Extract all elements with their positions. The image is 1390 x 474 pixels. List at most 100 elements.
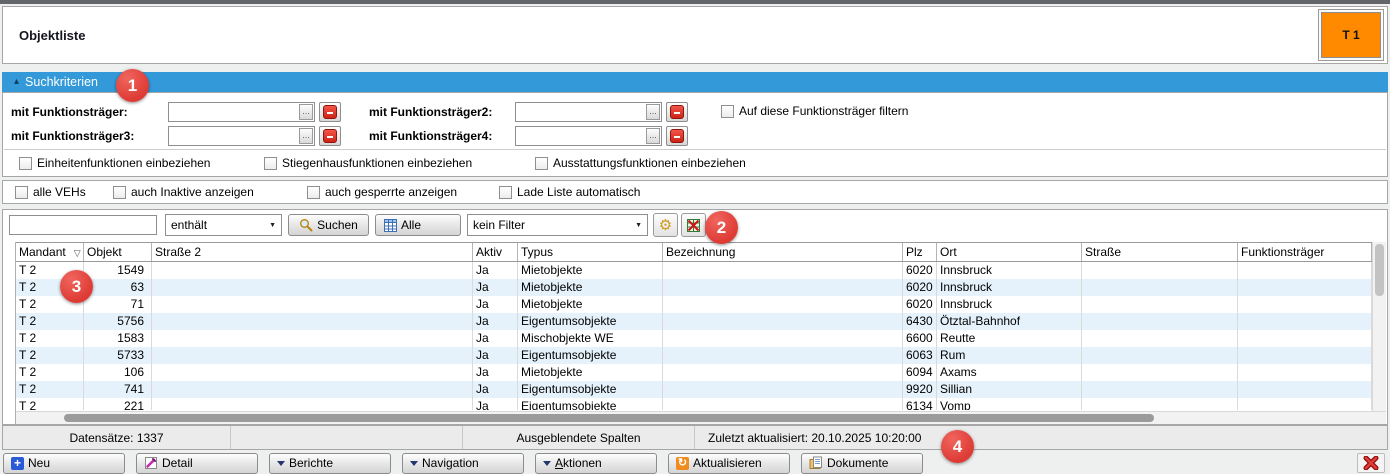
lade-liste-checkbox[interactable]: [499, 186, 512, 199]
table-cell: Ja: [473, 330, 518, 347]
table-cell: Ja: [473, 313, 518, 330]
column-header-objekt[interactable]: Objekt: [84, 243, 152, 261]
funktionstraeger4-clear-button[interactable]: [666, 126, 688, 146]
column-header-funktionstr-ger[interactable]: Funktionsträger: [1238, 243, 1372, 261]
funktionstraeger1-clear-button[interactable]: [319, 102, 341, 122]
table-cell: T 2: [16, 364, 84, 381]
suchen-button[interactable]: Suchen: [288, 214, 369, 236]
funktionstraeger3-input[interactable]: [170, 128, 298, 144]
detail-button[interactable]: Detail: [136, 453, 258, 474]
chevron-down-icon: ▼: [269, 222, 276, 229]
clear-filter-button[interactable]: [681, 213, 706, 237]
lade-liste-option: Lade Liste automatisch: [499, 185, 640, 199]
table-cell: Ja: [473, 296, 518, 313]
column-header-stra-e-2[interactable]: Straße 2: [152, 243, 473, 261]
annotation-badge-2: 2: [705, 211, 738, 244]
vertical-scrollbar-thumb[interactable]: [1375, 244, 1384, 296]
table-row[interactable]: T 21549JaMietobjekte6020Innsbruck: [16, 262, 1372, 279]
column-header-stra-e[interactable]: Straße: [1082, 243, 1238, 261]
funktionstraeger1-input[interactable]: [170, 104, 298, 120]
list-panel: enthält ▼ Suchen Alle kein Filter ▼: [2, 209, 1388, 425]
funktionstraeger3-lookup-button[interactable]: …: [299, 128, 313, 144]
alle-vehs-checkbox[interactable]: [15, 186, 28, 199]
table-row[interactable]: T 2106JaMietobjekte6094Axams: [16, 364, 1372, 381]
collapse-triangle-icon: ▴: [14, 77, 19, 87]
tenant-button[interactable]: T 1: [1321, 12, 1381, 58]
table-cell: Eigentumsobjekte: [518, 398, 663, 410]
column-header-typus[interactable]: Typus: [518, 243, 663, 261]
dropdown-triangle-icon: [543, 461, 551, 466]
table-cell: Mietobjekte: [518, 262, 663, 279]
funktionstraeger4-lookup-button[interactable]: …: [646, 128, 660, 144]
aktualisieren-button[interactable]: ↻ Aktualisieren: [668, 453, 790, 474]
neu-button[interactable]: + Neu: [3, 453, 125, 474]
stiegenhausfunktionen-checkbox[interactable]: [264, 157, 277, 170]
navigation-button[interactable]: Navigation: [402, 453, 524, 474]
close-button[interactable]: [1357, 453, 1385, 473]
table-cell: Innsbruck: [937, 296, 1082, 313]
filter-on-funktionstraeger-option: Auf diese Funktionsträger filtern: [721, 104, 908, 118]
auch-inaktive-checkbox[interactable]: [113, 186, 126, 199]
alle-button[interactable]: Alle: [375, 214, 461, 236]
table-row[interactable]: T 2221JaEigentumsobjekte6134Vomp: [16, 398, 1372, 410]
column-header-mandant[interactable]: Mandant▽: [16, 243, 84, 261]
edit-icon: [144, 456, 158, 470]
column-header-bezeichnung[interactable]: Bezeichnung: [663, 243, 903, 261]
table-cell: 6020: [903, 262, 937, 279]
table-cell: 6020: [903, 279, 937, 296]
funktionstraeger2-input[interactable]: [517, 104, 645, 120]
table-cell: [663, 347, 903, 364]
search-input[interactable]: [9, 215, 157, 235]
berichte-button[interactable]: Berichte: [269, 453, 391, 474]
funktionstraeger3-field: …: [168, 126, 315, 146]
remove-icon: [670, 129, 684, 143]
table-header-row: Mandant▽ObjektStraße 2AktivTypusBezeichn…: [16, 242, 1372, 262]
remove-icon: [670, 105, 684, 119]
horizontal-scrollbar-thumb[interactable]: [64, 414, 1154, 422]
table-cell: Ja: [473, 398, 518, 410]
suchen-label: Suchen: [317, 218, 358, 232]
filter-on-funktionstraeger-checkbox[interactable]: [721, 105, 734, 118]
aktionen-label: Aktionen: [555, 456, 602, 470]
funktionstraeger3-clear-button[interactable]: [319, 126, 341, 146]
table-cell: Axams: [937, 364, 1082, 381]
vertical-scrollbar[interactable]: [1372, 242, 1386, 411]
table-cell: Ötztal-Bahnhof: [937, 313, 1082, 330]
filter-settings-button[interactable]: ⚙: [653, 213, 678, 237]
funktionstraeger1-lookup-button[interactable]: …: [299, 104, 313, 120]
aktionen-button[interactable]: Aktionen: [535, 453, 657, 474]
table-row[interactable]: T 271JaMietobjekte6020Innsbruck: [16, 296, 1372, 313]
einheitenfunktionen-checkbox[interactable]: [19, 157, 32, 170]
funktionstraeger3-label: mit Funktionsträger3:: [11, 129, 134, 143]
table-row[interactable]: T 263JaMietobjekte6020Innsbruck: [16, 279, 1372, 296]
table-cell: Ja: [473, 347, 518, 364]
auch-inaktive-label: auch Inaktive anzeigen: [131, 185, 254, 199]
table-row[interactable]: T 21583JaMischobjekte WE6600Reutte: [16, 330, 1372, 347]
auch-inaktive-option: auch Inaktive anzeigen: [113, 185, 254, 199]
dokumente-button[interactable]: Dokumente: [801, 453, 923, 474]
column-header-aktiv[interactable]: Aktiv: [473, 243, 518, 261]
add-icon: +: [11, 457, 24, 470]
table-row[interactable]: T 25756JaEigentumsobjekte6430Ötztal-Bahn…: [16, 313, 1372, 330]
filter-preset-value: kein Filter: [473, 218, 525, 232]
auch-gesperrte-checkbox[interactable]: [307, 186, 320, 199]
table-row[interactable]: T 2741JaEigentumsobjekte9920Sillian: [16, 381, 1372, 398]
funktionstraeger2-lookup-button[interactable]: …: [646, 104, 660, 120]
column-header-plz[interactable]: Plz: [903, 243, 937, 261]
table-cell: Ja: [473, 279, 518, 296]
funktionstraeger2-clear-button[interactable]: [666, 102, 688, 122]
table-cell: 106: [84, 364, 152, 381]
table-cell: Mietobjekte: [518, 279, 663, 296]
search-criteria-collapse-bar[interactable]: ▴ Suchkriterien: [2, 72, 1388, 92]
table-cell: 6020: [903, 296, 937, 313]
annotation-badge-1: 1: [116, 69, 149, 102]
column-header-ort[interactable]: Ort: [937, 243, 1082, 261]
table-cell: [663, 364, 903, 381]
table-cell: [1238, 330, 1372, 347]
table-row[interactable]: T 25733JaEigentumsobjekte6063Rum: [16, 347, 1372, 364]
match-mode-select[interactable]: enthält ▼: [165, 214, 282, 236]
funktionstraeger4-input[interactable]: [517, 128, 645, 144]
horizontal-scrollbar[interactable]: [16, 411, 1386, 424]
ausstattungsfunktionen-checkbox[interactable]: [535, 157, 548, 170]
filter-preset-select[interactable]: kein Filter ▼: [467, 214, 648, 236]
